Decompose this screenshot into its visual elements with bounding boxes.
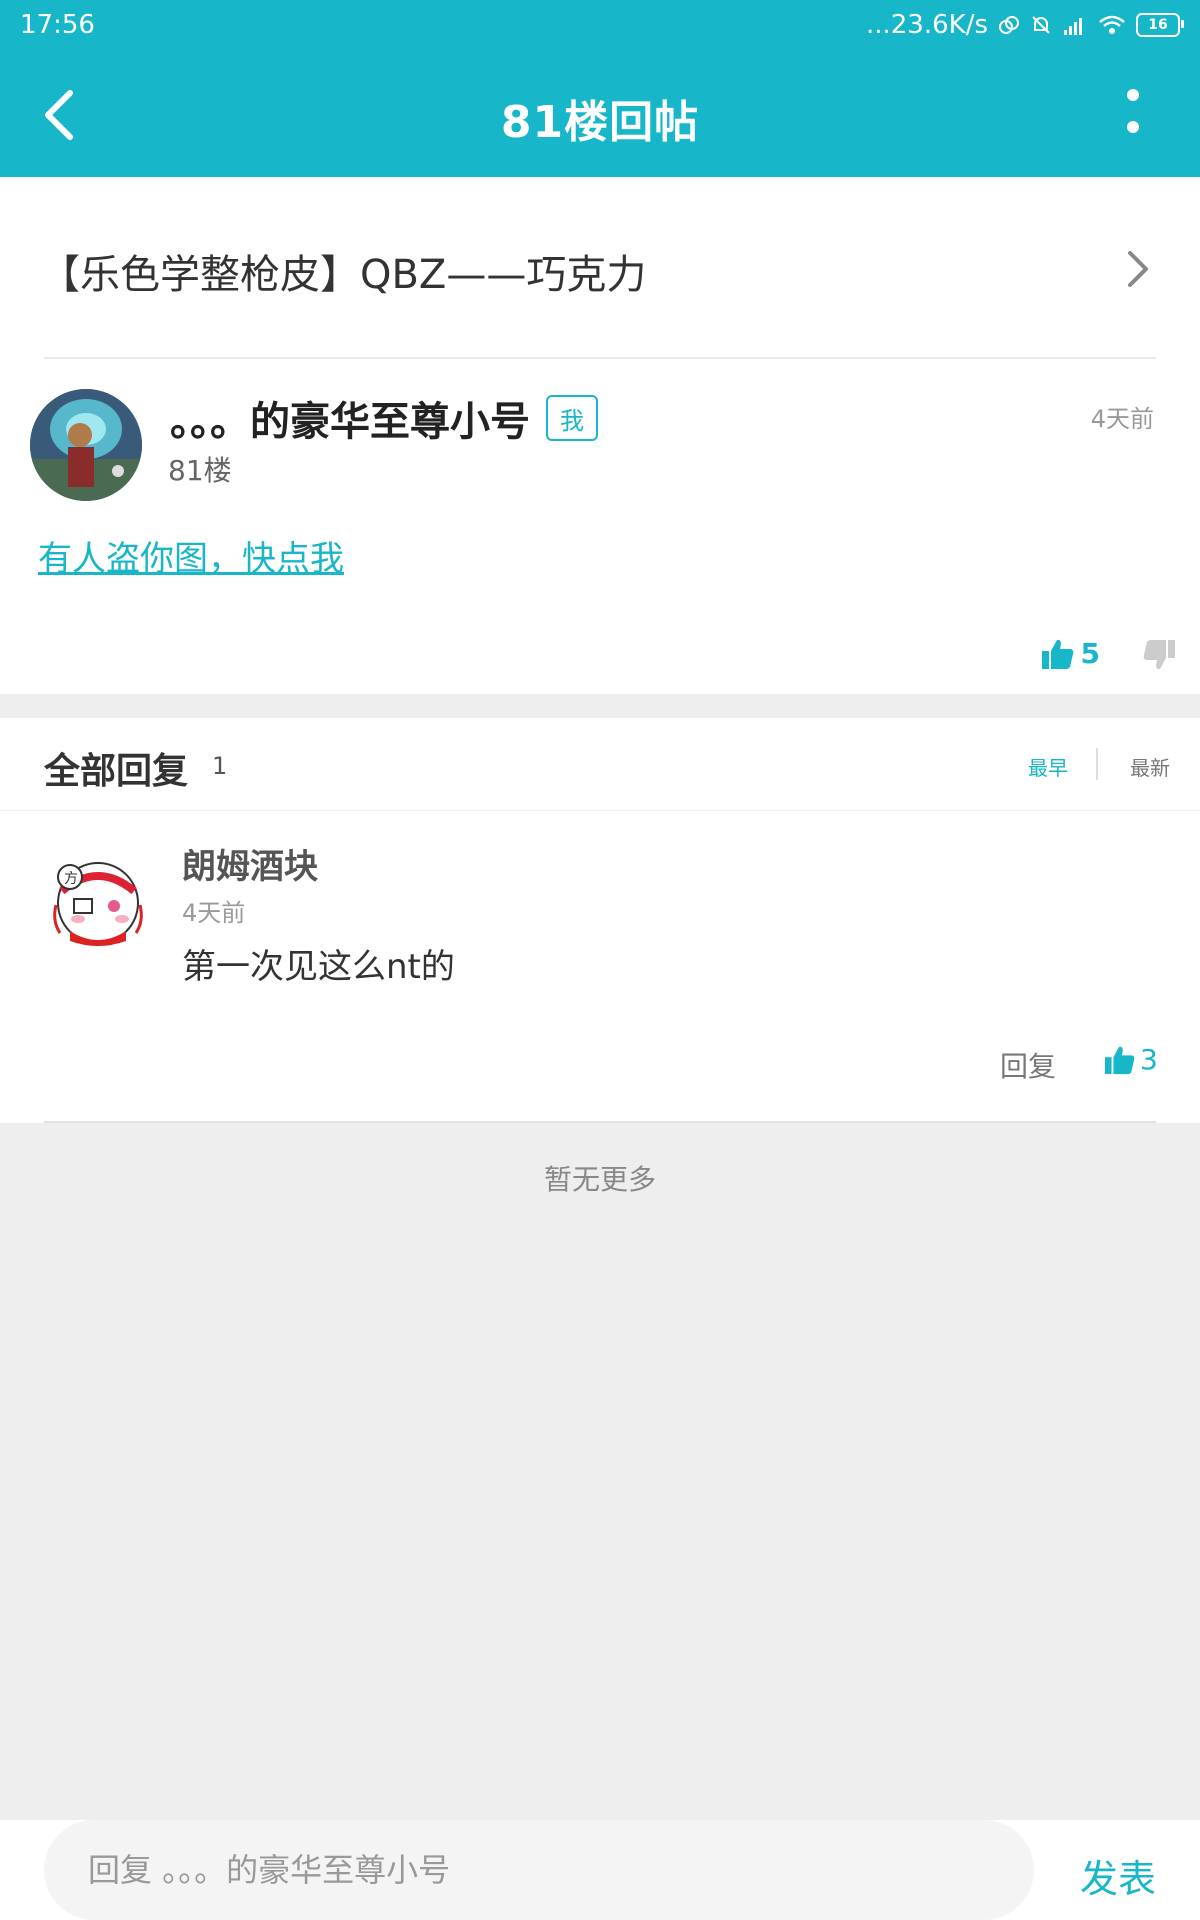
post-content-link[interactable]: 有人盗你图，快点我 [38,531,344,580]
wifi-icon [1098,14,1126,36]
bottom-reply-bar: 发表 [0,1820,1200,1920]
sort-latest-tab[interactable]: 最新 [1130,752,1170,781]
chevron-right-icon [1128,251,1148,287]
more-menu-button[interactable] [1118,88,1148,138]
thumbs-up-icon [1105,1046,1135,1074]
network-speed: ...23.6K/s [865,10,988,40]
me-badge: 我 [546,395,598,441]
thumbs-down-icon [1143,640,1175,670]
like-button[interactable]: 5 [1041,637,1100,670]
page-title: 81楼回帖 [500,97,700,148]
avatar[interactable]: 方 [48,851,148,951]
reply-time: 4天前 [182,899,246,927]
thread-title: 【乐色学整枪皮】QBZ——巧克力 [40,252,647,298]
sort-earliest-tab[interactable]: 最早 [1028,752,1068,781]
thread-link[interactable]: 【乐色学整枪皮】QBZ——巧克力 [0,177,1200,357]
dislike-button[interactable] [1142,639,1176,675]
status-bar: 17:56 ...23.6K/s 16 [0,0,1200,52]
no-more-text: 暂无更多 [543,1163,656,1196]
link-icon [998,14,1020,36]
op-author-name: 。。。的豪华至尊小号 [170,399,530,445]
reply-button[interactable]: 回复 [1000,1045,1056,1085]
divider [44,1121,1156,1123]
list-item: 方 朗姆酒块 4天前 第一次见这么nt的 回复 3 [0,811,1200,1123]
avatar[interactable] [30,389,142,501]
floor-number: 81楼 [168,454,232,487]
replies-title: 全部回复 [44,751,189,792]
app-header: 17:56 ...23.6K/s 16 81楼回帖 [0,0,1200,177]
reply-like-count: 3 [1140,1043,1158,1076]
post-time: 4天前 [1090,405,1154,433]
op-author[interactable]: 。。。的豪华至尊小号 我 [170,389,598,447]
replies-count: 1 [212,752,228,780]
reply-content: 第一次见这么nt的 [182,947,455,987]
more-vertical-icon [1127,89,1139,133]
sort-divider [1096,748,1098,780]
like-count: 5 [1080,637,1100,670]
reply-like-button[interactable]: 3 [1104,1043,1158,1076]
replies-header: 全部回复 1 最早 最新 [0,718,1200,811]
battery-icon: 16 [1136,13,1184,37]
reply-author[interactable]: 朗姆酒块 [182,839,318,888]
divider [44,357,1156,359]
signal-icon [1062,14,1088,36]
svg-text:方: 方 [64,871,78,887]
thumbs-up-icon [1041,639,1073,669]
status-time: 17:56 [20,10,95,40]
post-card: 【乐色学整枪皮】QBZ——巧克力 。。。的豪华至尊小号 我 81楼 4天前 有人… [0,177,1200,694]
send-button[interactable]: 发表 [1080,1848,1156,1903]
status-icons: ...23.6K/s 16 [865,10,1184,40]
mute-bell-icon [1030,14,1052,36]
reply-input[interactable] [44,1820,1034,1920]
